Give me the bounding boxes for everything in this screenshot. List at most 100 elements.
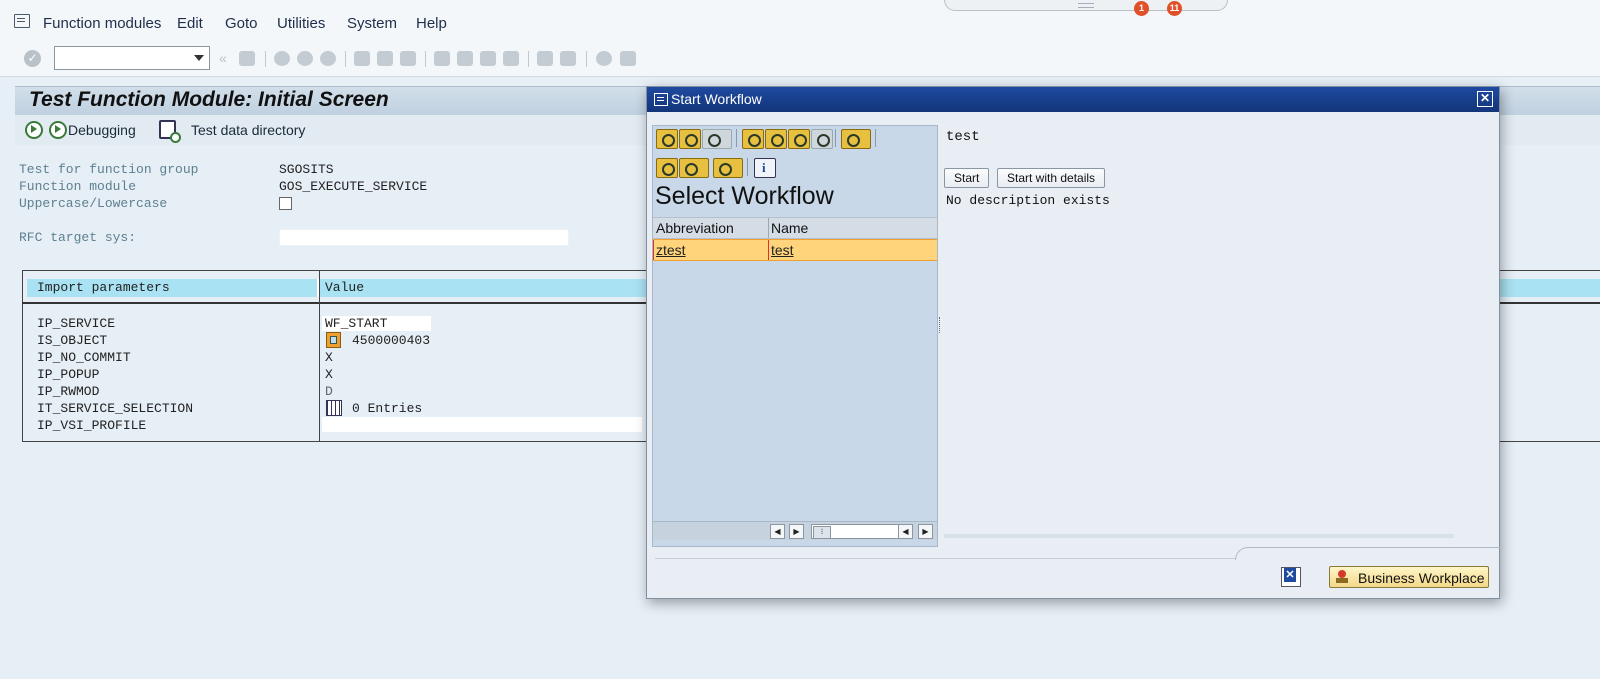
execute-icon[interactable] [25, 121, 43, 139]
new-session-icon[interactable] [537, 51, 553, 66]
previous-page-icon[interactable] [457, 51, 473, 66]
menu-icon[interactable] [14, 14, 30, 28]
param-name: IP_SERVICE [37, 316, 116, 331]
uppercase-lowercase-checkbox[interactable] [279, 197, 292, 210]
scroll-right-icon[interactable]: ▶ [918, 524, 933, 539]
scroll-thumb[interactable]: ⁝ [813, 526, 831, 539]
table-icon[interactable] [326, 400, 342, 416]
workflow-abbreviation-link[interactable]: ztest [656, 242, 686, 258]
it-service-selection-value[interactable]: 0 Entries [352, 401, 422, 416]
detail-scrollbar[interactable] [944, 534, 1454, 538]
workflow-name-link[interactable]: test [771, 242, 794, 258]
change-layout-icon[interactable] [713, 158, 743, 178]
ip-no-commit-value[interactable]: X [325, 350, 333, 365]
find-next-icon[interactable] [811, 129, 833, 149]
debugging-icon[interactable] [49, 121, 67, 139]
menu-help[interactable]: Help [416, 15, 447, 32]
chevron-down-icon[interactable] [194, 55, 204, 61]
workflow-detail-title: test [946, 129, 980, 145]
menu-goto[interactable]: Goto [225, 15, 258, 32]
find-icon[interactable] [788, 129, 810, 149]
start-with-details-button[interactable]: Start with details [997, 168, 1106, 188]
dialog-title-bar[interactable]: Start Workflow ✕ [647, 87, 1499, 112]
function-module-value: GOS_EXECUTE_SERVICE [279, 179, 428, 194]
workflow-detail-pane: test Start Start with details No descrip… [944, 125, 1469, 545]
dialog-menu-icon[interactable] [654, 93, 668, 106]
pane-splitter[interactable] [939, 317, 942, 333]
first-page-icon[interactable] [434, 51, 450, 66]
layout-menu-icon[interactable] [620, 51, 636, 66]
debugging-button[interactable]: Debugging [68, 122, 136, 138]
notification-badge-count[interactable]: 11 [1167, 1, 1182, 16]
cancel-icon[interactable] [320, 51, 336, 66]
details-icon[interactable] [656, 129, 678, 149]
rfc-target-input[interactable] [279, 229, 569, 246]
command-field[interactable] [54, 46, 210, 70]
is-object-value[interactable]: 4500000403 [352, 333, 430, 348]
business-workplace-button[interactable]: Business Workplace [1329, 566, 1489, 588]
find-next-icon[interactable] [400, 51, 416, 66]
workflow-list-pane: Select Workflow Abbreviation Name ztest … [652, 125, 938, 547]
business-workplace-label: Business Workplace [1358, 570, 1485, 586]
scroll-left-icon[interactable]: ◀ [898, 524, 913, 539]
param-name: IP_NO_COMMIT [37, 350, 131, 365]
help-icon[interactable] [596, 51, 612, 66]
double-chevron-left-icon: « [219, 50, 227, 66]
info-icon[interactable] [754, 158, 776, 178]
toolbar-separator [528, 51, 529, 67]
ip-service-value[interactable]: WF_START [325, 316, 387, 331]
print-icon[interactable] [354, 51, 370, 66]
workflow-description: No description exists [946, 193, 1110, 208]
select-layout-icon[interactable] [702, 129, 732, 149]
param-name: IP_RWMOD [37, 384, 100, 399]
scroll-left-icon[interactable]: ◀ [770, 524, 785, 539]
next-page-icon[interactable] [480, 51, 496, 66]
param-name: IP_VSI_PROFILE [37, 418, 147, 433]
start-workflow-dialog: Start Workflow ✕ Select Workflow Abbrevi… [646, 86, 1500, 599]
start-button[interactable]: Start [944, 168, 990, 188]
toolbar-separator [345, 51, 346, 67]
export-icon[interactable] [679, 158, 709, 178]
last-page-icon[interactable] [503, 51, 519, 66]
business-workplace-icon [1336, 570, 1348, 584]
menu-function-modules[interactable]: Function modules [43, 15, 161, 32]
column-header-name[interactable]: Name [771, 220, 808, 236]
find-icon[interactable] [377, 51, 393, 66]
exit-icon[interactable] [297, 51, 313, 66]
filter-icon[interactable] [765, 129, 787, 149]
scroll-right-icon[interactable]: ▶ [789, 524, 804, 539]
save-icon[interactable] [239, 51, 255, 66]
shortcut-icon[interactable] [560, 51, 576, 66]
test-data-directory-icon[interactable] [159, 120, 181, 143]
param-name: IS_OBJECT [37, 333, 108, 348]
test-data-directory-button[interactable]: Test data directory [191, 122, 305, 138]
toolbar-separator [265, 51, 266, 67]
print-preview-icon[interactable] [656, 158, 678, 178]
footer-line [655, 558, 1235, 559]
menu-system[interactable]: System [347, 15, 397, 32]
workflow-table-header: Abbreviation Name [653, 217, 937, 239]
notification-badge[interactable]: 1 [1134, 1, 1149, 16]
toolbar-separator [736, 129, 737, 147]
ip-popup-value[interactable]: X [325, 367, 333, 382]
import-parameters-heading: Import parameters [37, 280, 170, 295]
select-workflow-title: Select Workflow [655, 182, 834, 210]
menu-edit[interactable]: Edit [177, 15, 203, 32]
menu-utilities[interactable]: Utilities [277, 15, 325, 32]
scroll-track[interactable]: ⁝ [811, 524, 903, 539]
ip-rwmod-value[interactable]: D [325, 384, 333, 399]
column-separator [768, 218, 769, 238]
object-icon[interactable] [326, 332, 341, 348]
cancel-button[interactable] [1281, 567, 1301, 587]
sort-ascending-icon[interactable] [742, 129, 764, 149]
column-header-abbreviation[interactable]: Abbreviation [656, 220, 734, 236]
table-row[interactable]: ztest test [653, 239, 937, 261]
horizontal-scrollbar[interactable]: ◀ ▶ ⁝ ◀ ▶ [653, 521, 937, 540]
zoom-icon[interactable] [679, 129, 701, 149]
back-icon[interactable] [274, 51, 290, 66]
close-icon[interactable]: ✕ [1477, 91, 1493, 107]
command-input[interactable] [55, 47, 193, 67]
sum-icon[interactable] [841, 129, 871, 149]
function-module-label: Function module [19, 179, 137, 194]
enter-check-icon[interactable]: ✓ [24, 50, 41, 67]
